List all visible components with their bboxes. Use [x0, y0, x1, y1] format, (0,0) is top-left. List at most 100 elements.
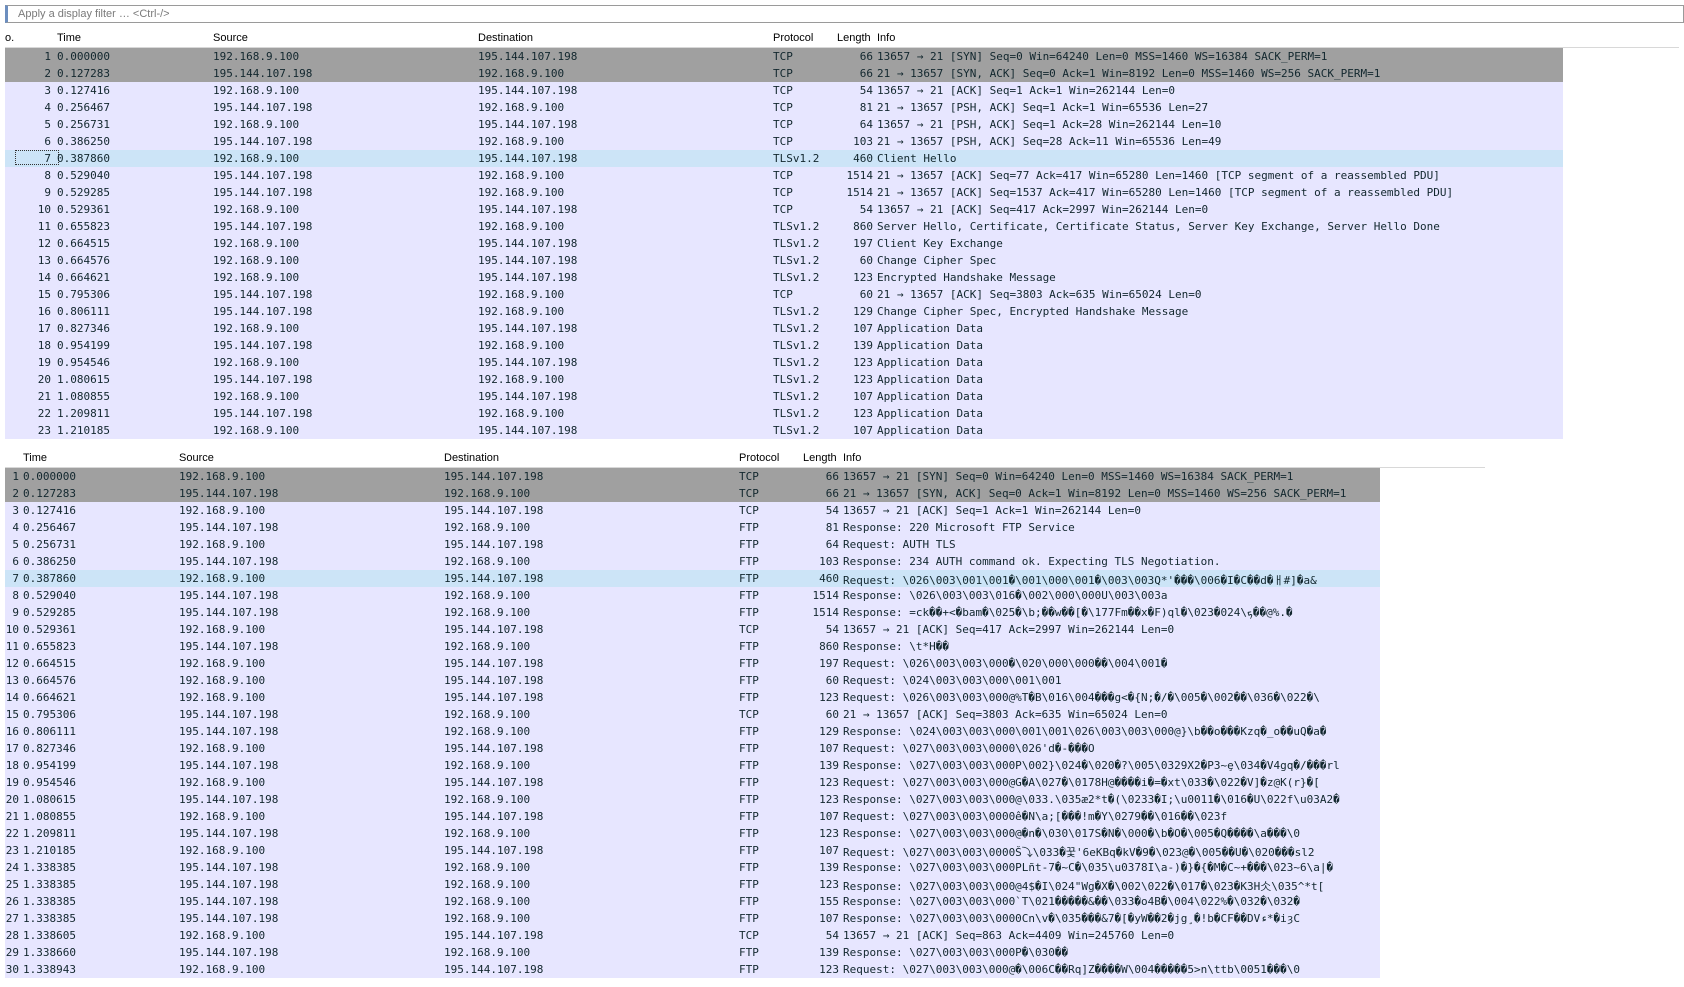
cell-proto: FTP — [739, 725, 759, 738]
packet-row[interactable]: 24 1.338385 195.144.107.198 192.168.9.100 FT… — [5, 859, 1380, 876]
column-header-protocol[interactable]: Protocol — [773, 32, 813, 44]
cell-no: 10 — [37, 203, 51, 216]
packet-row[interactable]: 23 1.210185 192.168.9.100 195.144.107.198 TL… — [5, 422, 1563, 439]
cell-time: 1.338385 — [23, 895, 76, 908]
cell-no: 10 — [5, 623, 19, 636]
column-header-info[interactable]: Info — [843, 452, 861, 464]
packet-row[interactable]: 5 0.256731 192.168.9.100 195.144.107.198 FTP… — [5, 536, 1380, 553]
cell-time: 0.954199 — [57, 339, 110, 352]
cell-info: 21 → 13657 [PSH, ACK] Seq=1 Ack=1 Win=65… — [877, 101, 1209, 114]
packet-row[interactable]: 23 1.210185 192.168.9.100 195.144.107.198 FT… — [5, 842, 1380, 859]
packet-row[interactable]: 14 0.664621 192.168.9.100 195.144.107.198 TL… — [5, 269, 1563, 286]
packet-row[interactable]: 30 1.338943 192.168.9.100 195.144.107.198 FT… — [5, 961, 1380, 978]
column-header-no[interactable]: o. — [5, 32, 14, 44]
packet-row[interactable]: 22 1.209811 195.144.107.198 192.168.9.100 TL… — [5, 405, 1563, 422]
cell-src: 192.168.9.100 — [213, 271, 300, 284]
cell-src: 195.144.107.198 — [179, 640, 279, 653]
packet-row[interactable]: 22 1.209811 195.144.107.198 192.168.9.100 FT… — [5, 825, 1380, 842]
packet-row[interactable]: 10 0.529361 192.168.9.100 195.144.107.198 TC… — [5, 621, 1380, 638]
packet-row[interactable]: 9 0.529285 195.144.107.198 192.168.9.100 FTP… — [5, 604, 1380, 621]
column-header-length[interactable]: Length — [837, 32, 871, 44]
packet-row[interactable]: 27 1.338385 195.144.107.198 192.168.9.100 FT… — [5, 910, 1380, 927]
cell-len: 60 — [859, 288, 873, 301]
cell-dst: 195.144.107.198 — [444, 674, 544, 687]
packet-row[interactable]: 20 1.080615 195.144.107.198 192.168.9.100 TL… — [5, 371, 1563, 388]
packet-row[interactable]: 13 0.664576 192.168.9.100 195.144.107.198 FT… — [5, 672, 1380, 689]
packet-row[interactable]: 5 0.256731 192.168.9.100 195.144.107.198 TCP… — [5, 116, 1563, 133]
cell-len: 54 — [825, 504, 839, 517]
packet-row[interactable]: 17 0.827346 192.168.9.100 195.144.107.198 TL… — [5, 320, 1563, 337]
cell-info: 21 → 13657 [ACK] Seq=3803 Ack=635 Win=65… — [877, 288, 1202, 301]
packet-row[interactable]: 18 0.954199 195.144.107.198 192.168.9.100 TL… — [5, 337, 1563, 354]
packet-row[interactable]: 18 0.954199 195.144.107.198 192.168.9.100 FT… — [5, 757, 1380, 774]
cell-dst: 192.168.9.100 — [444, 895, 531, 908]
packet-row[interactable]: 29 1.338660 195.144.107.198 192.168.9.100 FT… — [5, 944, 1380, 961]
packet-row[interactable]: 9 0.529285 195.144.107.198 192.168.9.100 TCP… — [5, 184, 1563, 201]
packet-row[interactable]: 15 0.795306 195.144.107.198 192.168.9.100 TC… — [5, 706, 1380, 723]
packet-row[interactable]: 25 1.338385 195.144.107.198 192.168.9.100 FT… — [5, 876, 1380, 893]
packet-row[interactable]: 1 0.000000 192.168.9.100 195.144.107.198 TCP… — [5, 48, 1563, 65]
packet-row[interactable]: 28 1.338605 192.168.9.100 195.144.107.198 TC… — [5, 927, 1380, 944]
packet-row[interactable]: 16 0.806111 195.144.107.198 192.168.9.100 TL… — [5, 303, 1563, 320]
cell-info: 21 → 13657 [ACK] Seq=3803 Ack=635 Win=65… — [843, 708, 1168, 721]
cell-info: Request: \026\003\003\000�\020\000\000��… — [843, 657, 1168, 670]
packet-row[interactable]: 2 0.127283 195.144.107.198 192.168.9.100 TCP… — [5, 485, 1380, 502]
column-header-time[interactable]: Time — [57, 32, 81, 44]
packet-row[interactable]: 19 0.954546 192.168.9.100 195.144.107.198 TL… — [5, 354, 1563, 371]
packet-row[interactable]: 11 0.655823 195.144.107.198 192.168.9.100 TL… — [5, 218, 1563, 235]
cell-proto: TCP — [739, 487, 759, 500]
packet-row[interactable]: 12 0.664515 192.168.9.100 195.144.107.198 TL… — [5, 235, 1563, 252]
cell-info: Encrypted Handshake Message — [877, 271, 1056, 284]
packet-row[interactable]: 16 0.806111 195.144.107.198 192.168.9.100 FT… — [5, 723, 1380, 740]
cell-src: 195.144.107.198 — [179, 589, 279, 602]
column-header-destination[interactable]: Destination — [444, 452, 499, 464]
cell-proto: TLSv1.2 — [773, 237, 820, 250]
packet-row[interactable]: 21 1.080855 192.168.9.100 195.144.107.198 FT… — [5, 808, 1380, 825]
packet-row[interactable]: 3 0.127416 192.168.9.100 195.144.107.198 TCP… — [5, 82, 1563, 99]
packet-row[interactable]: 20 1.080615 195.144.107.198 192.168.9.100 FT… — [5, 791, 1380, 808]
packet-row[interactable]: 17 0.827346 192.168.9.100 195.144.107.198 FT… — [5, 740, 1380, 757]
packet-row[interactable]: 12 0.664515 192.168.9.100 195.144.107.198 FT… — [5, 655, 1380, 672]
cell-time: 0.795306 — [23, 708, 76, 721]
packet-row[interactable]: 6 0.386250 195.144.107.198 192.168.9.100 FTP… — [5, 553, 1380, 570]
cell-info: Response: \027\003\003\000PLñt-7�~C�\035… — [843, 861, 1334, 874]
cell-dst: 195.144.107.198 — [478, 237, 578, 250]
packet-row[interactable]: 21 1.080855 192.168.9.100 195.144.107.198 TL… — [5, 388, 1563, 405]
cell-no: 5 — [44, 118, 51, 131]
packet-row[interactable]: 26 1.338385 195.144.107.198 192.168.9.100 FT… — [5, 893, 1380, 910]
column-header-time[interactable]: Time — [23, 452, 47, 464]
cell-src: 192.168.9.100 — [179, 691, 266, 704]
packet-row[interactable]: 4 0.256467 195.144.107.198 192.168.9.100 FTP… — [5, 519, 1380, 536]
cell-no: 25 — [5, 878, 19, 891]
column-header-source[interactable]: Source — [179, 452, 214, 464]
packet-row[interactable]: 10 0.529361 192.168.9.100 195.144.107.198 TC… — [5, 201, 1563, 218]
packet-row[interactable]: 15 0.795306 195.144.107.198 192.168.9.100 TC… — [5, 286, 1563, 303]
cell-info: 21 → 13657 [ACK] Seq=77 Ack=417 Win=6528… — [877, 169, 1440, 182]
cell-info: 13657 → 21 [ACK] Seq=417 Ack=2997 Win=26… — [843, 623, 1175, 636]
packet-row[interactable]: 8 0.529040 195.144.107.198 192.168.9.100 FTP… — [5, 587, 1380, 604]
column-header-protocol[interactable]: Protocol — [739, 452, 779, 464]
display-filter-input[interactable] — [8, 6, 1683, 22]
packet-row[interactable]: 11 0.655823 195.144.107.198 192.168.9.100 FT… — [5, 638, 1380, 655]
packet-row[interactable]: 7 0.387860 192.168.9.100 195.144.107.198 FTP… — [5, 570, 1380, 587]
cell-info: Request: \027\003\003\0000ê�N\a;[���!m�Y… — [843, 810, 1228, 823]
packet-row[interactable]: 4 0.256467 195.144.107.198 192.168.9.100 TCP… — [5, 99, 1563, 116]
packet-row[interactable]: 1 0.000000 192.168.9.100 195.144.107.198 TCP… — [5, 468, 1380, 485]
cell-len: 123 — [819, 878, 839, 891]
cell-proto: FTP — [739, 793, 759, 806]
packet-row[interactable]: 2 0.127283 195.144.107.198 192.168.9.100 TCP… — [5, 65, 1563, 82]
column-header-length[interactable]: Length — [803, 452, 837, 464]
packet-row[interactable]: 8 0.529040 195.144.107.198 192.168.9.100 TCP… — [5, 167, 1563, 184]
column-header-destination[interactable]: Destination — [478, 32, 533, 44]
packet-row[interactable]: 19 0.954546 192.168.9.100 195.144.107.198 FT… — [5, 774, 1380, 791]
cell-len: 1514 — [846, 169, 874, 182]
packet-row[interactable]: 6 0.386250 195.144.107.198 192.168.9.100 TCP… — [5, 133, 1563, 150]
column-header-info[interactable]: Info — [877, 32, 895, 44]
cell-dst: 192.168.9.100 — [444, 708, 531, 721]
packet-row[interactable]: 13 0.664576 192.168.9.100 195.144.107.198 TL… — [5, 252, 1563, 269]
packet-row[interactable]: 14 0.664621 192.168.9.100 195.144.107.198 FT… — [5, 689, 1380, 706]
packet-row[interactable]: 7 0.387860 192.168.9.100 195.144.107.198 TLS… — [5, 150, 1563, 167]
packet-row[interactable]: 3 0.127416 192.168.9.100 195.144.107.198 TCP… — [5, 502, 1380, 519]
column-header-source[interactable]: Source — [213, 32, 248, 44]
cell-len: 197 — [819, 657, 839, 670]
